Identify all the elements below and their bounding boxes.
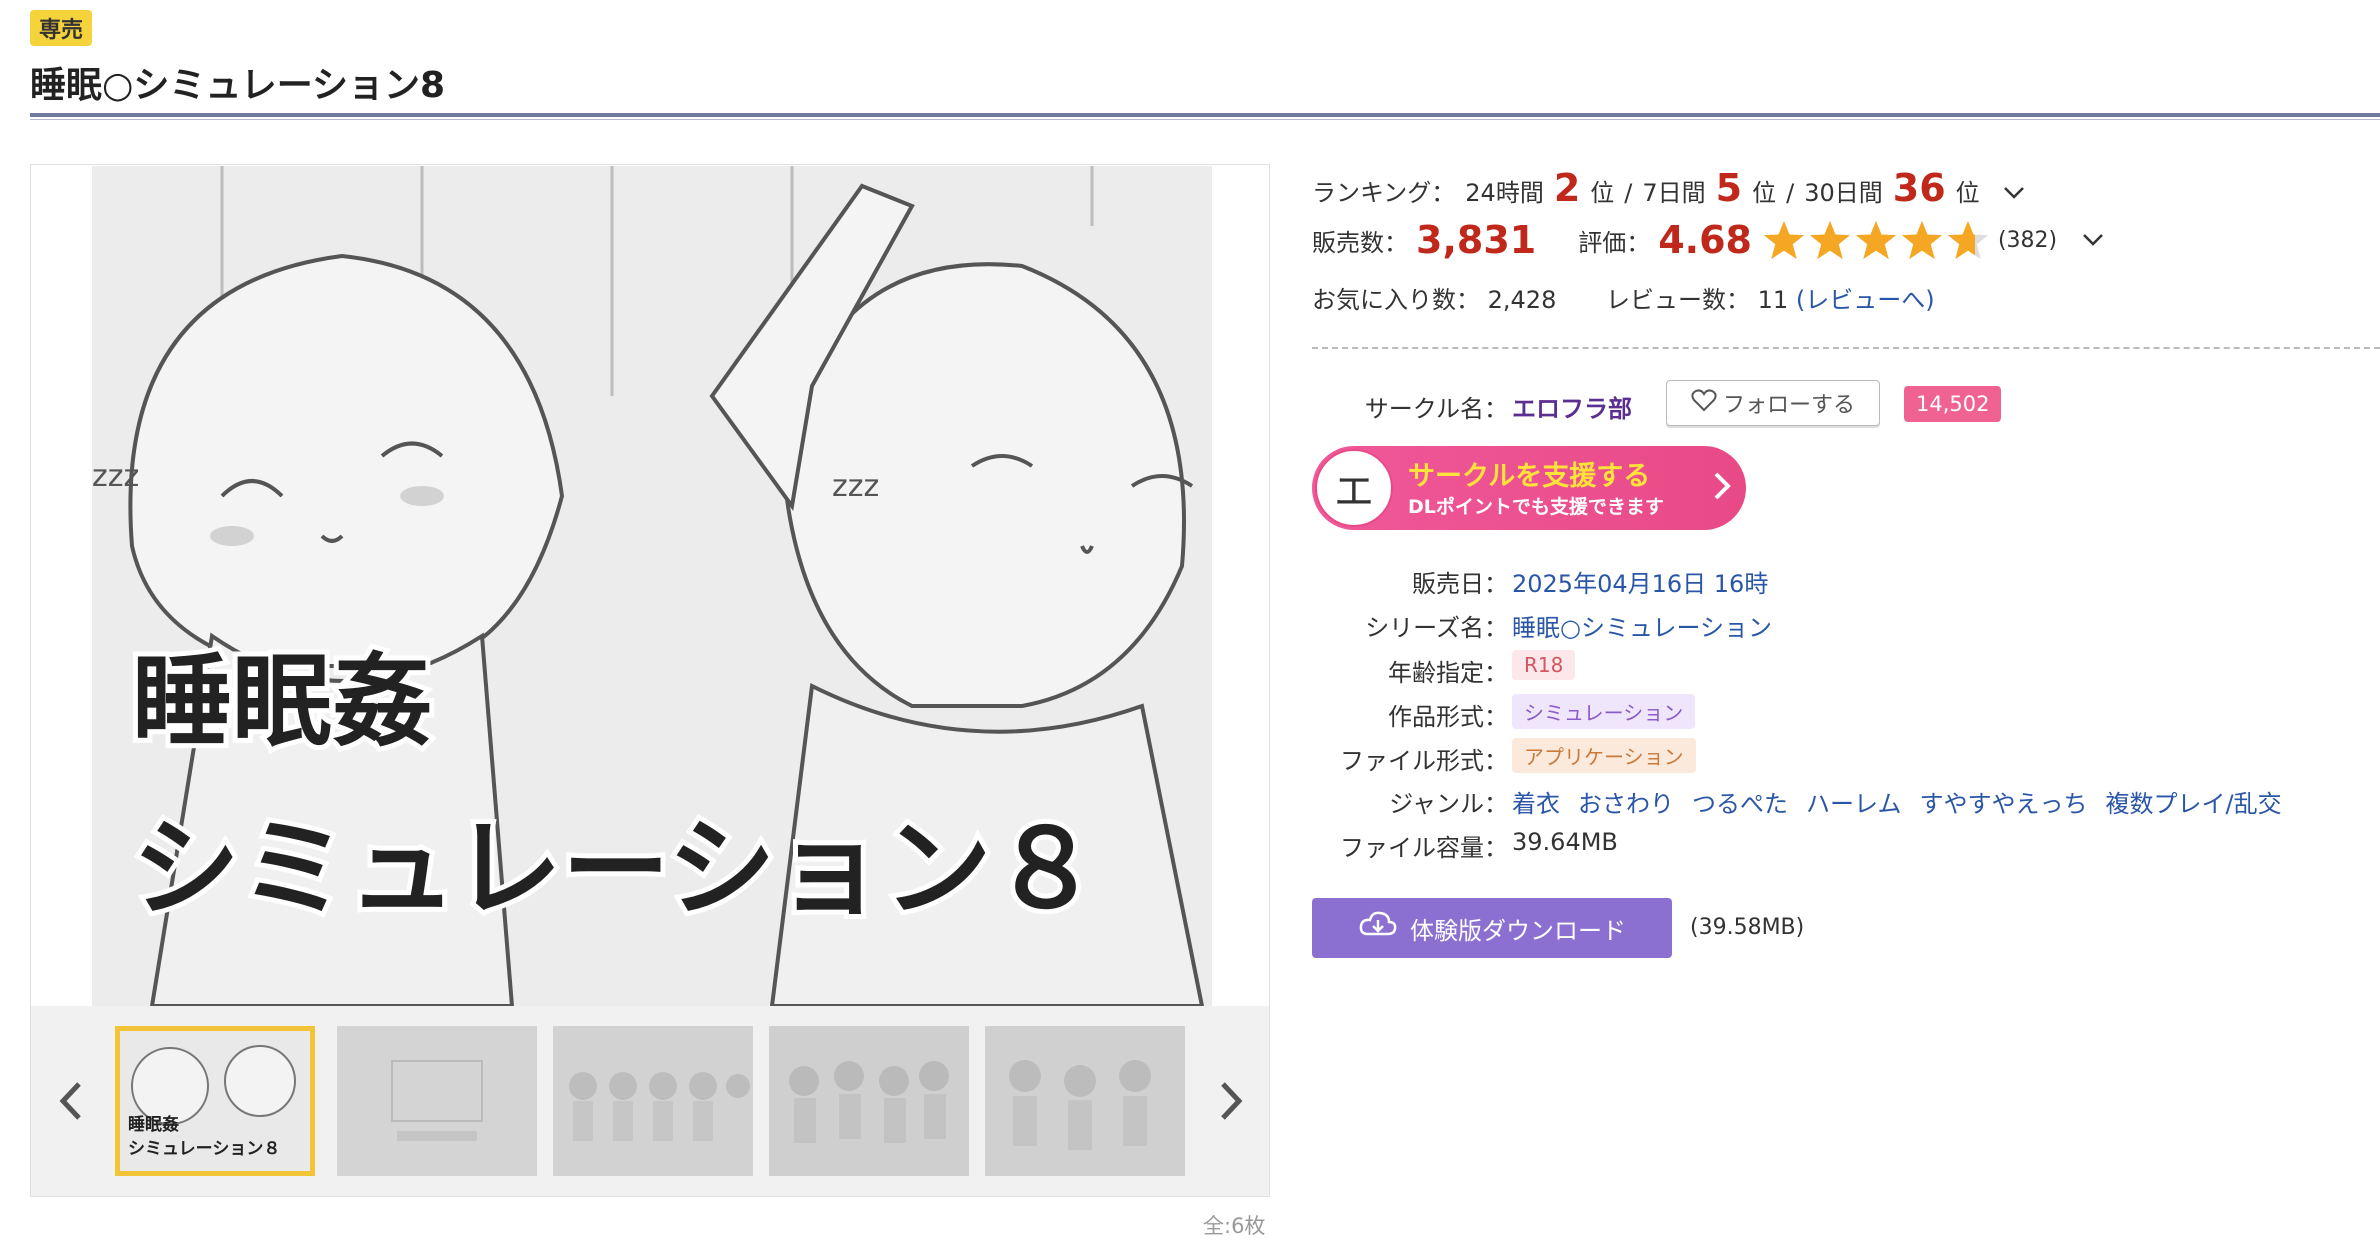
- exclusive-badge: 専売: [30, 10, 93, 46]
- favorites-value: 2,428: [1487, 286, 1557, 314]
- follow-label: フォローする: [1722, 393, 1855, 418]
- image-gallery: zzz zzz 睡眠姦 シミュレーション８ 睡眠姦 シミュレーション８: [30, 164, 1270, 1197]
- thumbnail-5[interactable]: [985, 1026, 1185, 1176]
- work-format-value: シミュレーション: [1512, 694, 1696, 729]
- file-size-value: 39.64MB: [1512, 828, 1618, 856]
- thumb-title-line2: シミュレーション８: [128, 1139, 281, 1159]
- genre-link[interactable]: つるぺた: [1692, 784, 1788, 819]
- thumbnail-1[interactable]: 睡眠姦 シミュレーション８: [115, 1026, 315, 1176]
- page-title: 睡眠○シミュレーション8: [30, 65, 446, 106]
- star-icon: [1947, 220, 1989, 260]
- svg-text:zzz: zzz: [92, 459, 139, 494]
- file-format-value: アプリケーション: [1512, 738, 1696, 773]
- cover-title-line1: 睡眠姦: [132, 646, 432, 758]
- ranking-label: ランキング：: [1312, 179, 1456, 207]
- follower-count-badge: 14,502: [1904, 386, 2002, 422]
- trial-download-button[interactable]: 体験版ダウンロード: [1312, 898, 1672, 958]
- thumb-title-line1: 睡眠姦: [128, 1115, 179, 1135]
- rank-24h-label: 24時間: [1465, 179, 1544, 207]
- sales-label: 販売数：: [1312, 228, 1408, 257]
- thumbnail-strip: 睡眠姦 シミュレーション８: [31, 1006, 1269, 1196]
- trial-download-label: 体験版ダウンロード: [1410, 916, 1626, 945]
- cloud-download-icon: [1358, 910, 1398, 946]
- age-rating-label: 年齢指定：: [1388, 659, 1508, 687]
- title-underline: [30, 113, 2380, 117]
- rank-unit: 位: [1752, 179, 1777, 207]
- file-format-tag[interactable]: アプリケーション: [1512, 738, 1696, 773]
- reviews-label: レビュー数：: [1606, 286, 1750, 314]
- rating-value: 4.68: [1658, 218, 1752, 262]
- rating-count: (382): [1997, 227, 2058, 253]
- rank-sep: /: [1786, 179, 1795, 207]
- rating-label: 評価：: [1578, 228, 1651, 257]
- genre-link[interactable]: ハーレム: [1806, 784, 1902, 819]
- sales-rating-row: 販売数： 3,831 評価： 4.68 (382): [1312, 218, 2105, 262]
- age-rating-value: R18: [1512, 650, 1576, 680]
- sales-value: 3,831: [1416, 218, 1537, 262]
- circle-label: サークル名：: [1364, 395, 1508, 423]
- genre-link[interactable]: すやすやえっち: [1920, 784, 2088, 819]
- image-count: 全:6枚: [1203, 1214, 1266, 1238]
- star-icon: [1901, 220, 1943, 260]
- series-label: シリーズ名：: [1365, 614, 1508, 642]
- age-rating-tag[interactable]: R18: [1512, 650, 1576, 680]
- star-icon: [1763, 220, 1805, 260]
- prev-arrow-icon[interactable]: [51, 1076, 91, 1126]
- ranking-row: ランキング： 24時間 2 位 / 7日間 5 位 / 30日間 36 位: [1312, 166, 2026, 210]
- thumbnail-3[interactable]: [553, 1026, 753, 1176]
- follow-button[interactable]: フォローする: [1666, 380, 1880, 426]
- rank-sep: /: [1624, 179, 1633, 207]
- rank-unit: 位: [1955, 179, 1980, 207]
- rank-unit: 位: [1590, 179, 1615, 207]
- series-link[interactable]: 睡眠○シミュレーション: [1512, 608, 1772, 643]
- section-divider: [1312, 347, 2380, 349]
- favorites-reviews-row: お気に入り数： 2,428 レビュー数： 11 (レビューへ): [1312, 280, 1935, 315]
- next-arrow-icon[interactable]: [1211, 1076, 1251, 1126]
- chevron-right-icon: [1712, 468, 1732, 512]
- genre-list: 着衣 おさわり つるぺた ハーレム すやすやえっち 複数プレイ/乱交: [1512, 784, 2282, 819]
- title-underline-thin: [30, 119, 2380, 120]
- main-illustration: zzz zzz 睡眠姦 シミュレーション８: [92, 166, 1212, 1006]
- file-size-label: ファイル容量：: [1340, 834, 1508, 862]
- rating-expand-chevron-icon[interactable]: [2081, 226, 2105, 254]
- reviews-value: 11: [1757, 286, 1789, 314]
- circle-name-link[interactable]: エロフラ部: [1512, 389, 1632, 424]
- circle-avatar: エ: [1315, 449, 1393, 527]
- thumbnail-2[interactable]: [337, 1026, 537, 1176]
- svg-text:zzz: zzz: [832, 469, 879, 504]
- support-title: サークルを支援する: [1408, 461, 1651, 492]
- trial-download-size: (39.58MB): [1690, 915, 1805, 940]
- work-format-label: 作品形式：: [1388, 703, 1508, 731]
- file-format-label: ファイル形式：: [1340, 747, 1508, 775]
- ranking-expand-chevron-icon[interactable]: [2002, 179, 2026, 207]
- star-icon: [1809, 220, 1851, 260]
- thumbnail-4[interactable]: [769, 1026, 969, 1176]
- cover-title-line2: シミュレーション８: [132, 808, 1100, 929]
- main-image[interactable]: zzz zzz 睡眠姦 シミュレーション８: [92, 166, 1212, 1006]
- work-format-tag[interactable]: シミュレーション: [1512, 694, 1696, 729]
- support-circle-button[interactable]: エ サークルを支援する DLポイントでも支援できます: [1312, 446, 1746, 530]
- rank-24h-value: 2: [1553, 166, 1581, 210]
- rank-7d-value: 5: [1715, 166, 1743, 210]
- genre-link[interactable]: 着衣: [1512, 784, 1560, 819]
- rank-7d-label: 7日間: [1642, 179, 1706, 207]
- release-date-link[interactable]: 2025年04月16日 16時: [1512, 564, 1768, 599]
- star-icon: [1855, 220, 1897, 260]
- genre-link[interactable]: おさわり: [1578, 784, 1674, 819]
- rank-30d-value: 36: [1892, 166, 1946, 210]
- reviews-link[interactable]: (レビューへ): [1796, 286, 1935, 314]
- release-date-label: 販売日：: [1412, 570, 1508, 598]
- genre-label: ジャンル：: [1389, 790, 1508, 818]
- favorites-label: お気に入り数：: [1312, 286, 1480, 314]
- rank-30d-label: 30日間: [1804, 179, 1883, 207]
- genre-link[interactable]: 複数プレイ/乱交: [2106, 784, 2282, 819]
- rating-stars: [1762, 219, 1990, 261]
- heart-icon: [1691, 388, 1717, 418]
- support-subtitle: DLポイントでも支援できます: [1408, 496, 1664, 518]
